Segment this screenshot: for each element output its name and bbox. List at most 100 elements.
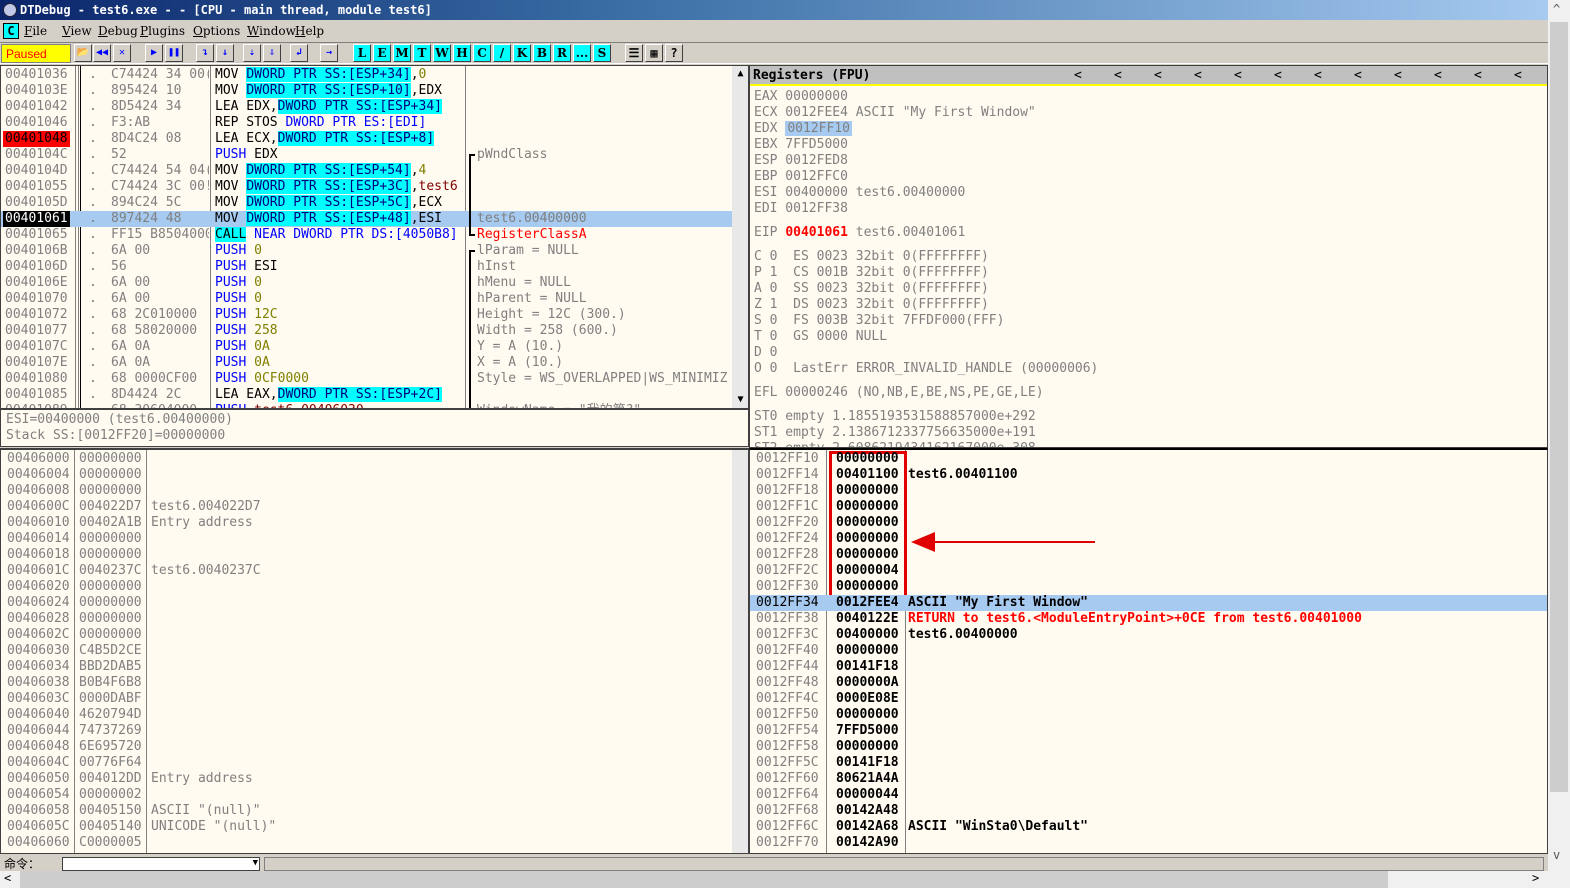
stack-row[interactable]: 0012FF14 00401100 test6.00401100 bbox=[750, 467, 1547, 483]
registers-header[interactable]: Registers (FPU) < < < < < < < < < < < < bbox=[750, 66, 1547, 86]
dump-row[interactable]: 00406024 00000000 bbox=[1, 595, 732, 611]
disasm-row[interactable]: 0040107C. 6A 0A PUSH 0A Y = A (10.) bbox=[1, 339, 732, 355]
trace-into-button[interactable]: ⇣ bbox=[243, 44, 261, 62]
menu-view[interactable]: View bbox=[62, 20, 92, 42]
register-line[interactable]: O 0 LastErr ERROR_INVALID_HANDLE (000000… bbox=[754, 361, 1547, 377]
outer-vertical-scrollbar[interactable]: ^ v bbox=[1548, 0, 1570, 888]
register-value[interactable]: 00401061 bbox=[785, 225, 848, 240]
disasm-row[interactable]: 0040103E. 895424 10 MOV DWORD PTR SS:[ESP+… bbox=[1, 83, 732, 99]
cpu-window-button[interactable]: C bbox=[3, 23, 19, 39]
chevron-left-icon[interactable]: < bbox=[1074, 66, 1082, 86]
command-input[interactable]: ▼ bbox=[62, 857, 260, 871]
toolbar-window-4-button[interactable]: T bbox=[413, 44, 431, 62]
register-line[interactable]: ST2 empty 2.6086219434162167000e-308 bbox=[754, 441, 1547, 447]
toolbar-window-12-button[interactable]: ... bbox=[573, 44, 591, 62]
dump-row[interactable]: 00406018 00000000 bbox=[1, 547, 732, 563]
pause-button[interactable]: ❚❚ bbox=[165, 44, 183, 62]
scroll-left-icon[interactable]: < bbox=[4, 871, 11, 885]
colors-button[interactable]: ▦ bbox=[645, 44, 663, 62]
dump-row[interactable]: 0040605C 00405140 UNICODE "(null)" bbox=[1, 819, 732, 835]
disasm-row[interactable]: 00401048. 8D4C24 08 LEA ECX,DWORD PTR SS:[… bbox=[1, 131, 732, 147]
dump-row[interactable]: 00406028 00000000 bbox=[1, 611, 732, 627]
disasm-row[interactable]: 00401046. F3:AB REP STOS DWORD PTR ES:[EDI… bbox=[1, 115, 732, 131]
disasm-row[interactable]: 00401065. FF15 B8504000 CALL NEAR DWORD PT… bbox=[1, 227, 732, 243]
disasm-row[interactable]: 00401085. 8D4424 2C LEA EAX,DWORD PTR SS:[… bbox=[1, 387, 732, 403]
toolbar-window-7-button[interactable]: C bbox=[473, 44, 491, 62]
stack-row[interactable]: 0012FF18 00000000 bbox=[750, 483, 1547, 499]
toolbar-window-5-button[interactable]: W bbox=[433, 44, 451, 62]
scroll-up-icon[interactable]: ^ bbox=[1553, 2, 1560, 16]
register-line[interactable]: ESP 0012FED8 bbox=[754, 153, 1547, 169]
register-line[interactable]: EAX 00000000 bbox=[754, 89, 1547, 105]
disasm-row[interactable]: 0040106E. 6A 00 PUSH 0 hMenu = NULL bbox=[1, 275, 732, 291]
chevron-left-icon[interactable]: < bbox=[1394, 66, 1402, 86]
dump-row[interactable]: 00406050 004012DD Entry address bbox=[1, 771, 732, 787]
stack-row[interactable]: 0012FF50 00000000 bbox=[750, 707, 1547, 723]
menu-options[interactable]: Options bbox=[193, 20, 240, 42]
disasm-row[interactable]: 0040107E. 6A 0A PUSH 0A X = A (10.) bbox=[1, 355, 732, 371]
dump-row[interactable]: 0040602C 00000000 bbox=[1, 627, 732, 643]
toolbar-window-9-button[interactable]: K bbox=[513, 44, 531, 62]
register-line[interactable]: D 0 bbox=[754, 345, 1547, 361]
dump-row[interactable]: 0040604C 00776F64 bbox=[1, 755, 732, 771]
restart-button[interactable]: ◀◀ bbox=[93, 44, 111, 62]
chevron-left-icon[interactable]: < bbox=[1354, 66, 1362, 86]
dump-row[interactable]: 00406014 00000000 bbox=[1, 531, 732, 547]
scroll-up-icon[interactable]: ▲ bbox=[732, 66, 748, 82]
register-line[interactable]: EBX 7FFD5000 bbox=[754, 137, 1547, 153]
disasm-row[interactable]: 0040105D. 894C24 5C MOV DWORD PTR SS:[ESP+… bbox=[1, 195, 732, 211]
menu-plugins[interactable]: Plugins bbox=[140, 20, 185, 42]
toolbar-window-6-button[interactable]: H bbox=[453, 44, 471, 62]
dump-row[interactable]: 0040603C 0000DABF bbox=[1, 691, 732, 707]
scroll-right-icon[interactable]: > bbox=[1532, 871, 1539, 885]
register-line[interactable]: ST1 empty 2.1386712337756635000e+191 bbox=[754, 425, 1547, 441]
dump-row[interactable]: 00406060 C0000005 bbox=[1, 835, 732, 851]
dump-row[interactable]: 00406020 00000000 bbox=[1, 579, 732, 595]
stack-row[interactable]: 0012FF68 00142A48 bbox=[750, 803, 1547, 819]
help-button[interactable]: ? bbox=[665, 44, 683, 62]
register-line[interactable]: ECX 0012FEE4 ASCII "My First Window" bbox=[754, 105, 1547, 121]
register-line[interactable]: A 0 SS 0023 32bit 0(FFFFFFFF) bbox=[754, 281, 1547, 297]
toolbar-window-3-button[interactable]: M bbox=[393, 44, 411, 62]
disasm-row[interactable]: 00401070. 6A 00 PUSH 0 hParent = NULL bbox=[1, 291, 732, 307]
chevron-left-icon[interactable]: < bbox=[1274, 66, 1282, 86]
dump-scrollbar[interactable] bbox=[732, 450, 748, 853]
dump-row[interactable]: 00406008 00000000 bbox=[1, 483, 732, 499]
stack-row[interactable]: 0012FF4C 0000E08E bbox=[750, 691, 1547, 707]
menu-debug[interactable]: Debug bbox=[98, 20, 138, 42]
chevron-left-icon[interactable]: < bbox=[1154, 66, 1162, 86]
toolbar-window-11-button[interactable]: R bbox=[553, 44, 571, 62]
register-line[interactable]: EBP 0012FFC0 bbox=[754, 169, 1547, 185]
register-line[interactable]: EDX 0012FF10 bbox=[754, 121, 1547, 137]
stack-row[interactable]: 0012FF70 00142A90 bbox=[750, 835, 1547, 851]
stack-row[interactable]: 0012FF6C 00142A68 ASCII "WinSta0\Default" bbox=[750, 819, 1547, 835]
register-line[interactable]: ST0 empty 1.1855193531588857000e+292 bbox=[754, 409, 1547, 425]
list-button[interactable]: ☰ bbox=[625, 44, 643, 62]
stack-row[interactable]: 0012FF1C 00000000 bbox=[750, 499, 1547, 515]
stack-row[interactable]: 0012FF48 0000000A bbox=[750, 675, 1547, 691]
toolbar-window-10-button[interactable]: B bbox=[533, 44, 551, 62]
chevron-left-icon[interactable]: < bbox=[1434, 66, 1442, 86]
disasm-row[interactable]: 0040106D. 56 PUSH ESI hInst bbox=[1, 259, 732, 275]
stack-row[interactable]: 0012FF24 00000000 bbox=[750, 531, 1547, 547]
chevron-left-icon[interactable]: < bbox=[1194, 66, 1202, 86]
stack-row[interactable]: 0012FF2C 00000004 bbox=[750, 563, 1547, 579]
disasm-row[interactable]: 0040104C. 52 PUSH EDX pWndClass bbox=[1, 147, 732, 163]
stack-row[interactable]: 0012FF54 7FFD5000 bbox=[750, 723, 1547, 739]
chevron-left-icon[interactable]: < bbox=[1234, 66, 1242, 86]
disasm-row[interactable]: 0040104D. C74424 54 04(MOV DWORD PTR SS:[… bbox=[1, 163, 732, 179]
toolbar-window-8-button[interactable]: / bbox=[493, 44, 511, 62]
stack-row[interactable]: 0012FF10 00000000 bbox=[750, 451, 1547, 467]
dump-row[interactable]: 00406054 00000002 bbox=[1, 787, 732, 803]
toolbar-window-2-button[interactable]: E bbox=[373, 44, 391, 62]
stack-row[interactable]: 0012FF5C 00141F18 bbox=[750, 755, 1547, 771]
disasm-row[interactable]: 00401042. 8D5424 34 LEA EDX,DWORD PTR SS:[… bbox=[1, 99, 732, 115]
dump-row[interactable]: 00406048 6E695720 bbox=[1, 739, 732, 755]
dump-row[interactable]: 00406030 C4B5D2CE bbox=[1, 643, 732, 659]
registers-pane[interactable]: Registers (FPU) < < < < < < < < < < < < EAX 00000000… bbox=[749, 65, 1548, 448]
register-line[interactable]: C 0 ES 0023 32bit 0(FFFFFFFF) bbox=[754, 249, 1547, 265]
scroll-down-icon[interactable]: ▼ bbox=[732, 392, 748, 408]
stack-row[interactable]: 0012FF28 00000000 bbox=[750, 547, 1547, 563]
chevron-left-icon[interactable]: < bbox=[1114, 66, 1122, 86]
horizontal-scrollbar[interactable]: < > bbox=[0, 871, 1548, 888]
